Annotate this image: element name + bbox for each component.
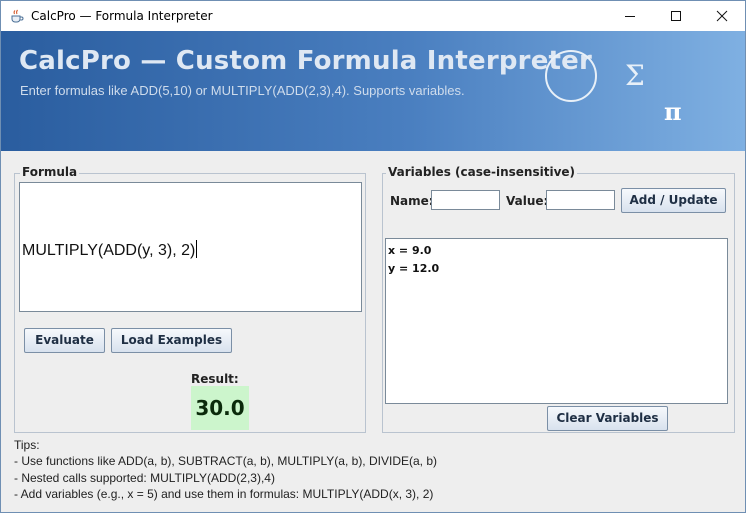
tip-line: - Add variables (e.g., x = 5) and use th…: [14, 486, 434, 501]
window-title: CalcPro — Formula Interpreter: [31, 9, 213, 23]
app-window: CalcPro — Formula Interpreter CalcPro — …: [0, 0, 746, 513]
title-bar[interactable]: CalcPro — Formula Interpreter: [1, 1, 745, 31]
header-banner: CalcPro — Custom Formula Interpreter Ent…: [1, 31, 745, 151]
maximize-icon: [671, 11, 681, 21]
variable-name-field[interactable]: [431, 190, 500, 210]
clear-variables-button[interactable]: Clear Variables: [547, 406, 668, 431]
pi-icon: π: [664, 97, 682, 126]
tip-line: - Nested calls supported: MULTIPLY(ADD(2…: [14, 470, 275, 485]
formula-input[interactable]: MULTIPLY(ADD(y, 3), 2): [19, 182, 362, 312]
result-value: 30.0: [191, 386, 249, 430]
minimize-icon: [625, 16, 635, 17]
load-examples-button[interactable]: Load Examples: [111, 328, 232, 353]
list-item[interactable]: x = 9.0: [388, 242, 727, 260]
name-label: Name:: [390, 194, 434, 208]
tips-section: Tips: - Use functions like ADD(a, b), SU…: [14, 437, 437, 502]
minimize-button[interactable]: [607, 1, 653, 31]
banner-title: CalcPro — Custom Formula Interpreter: [19, 46, 593, 76]
tip-line: - Use functions like ADD(a, b), SUBTRACT…: [14, 454, 437, 469]
result-label: Result:: [191, 372, 239, 386]
sigma-icon: Σ: [625, 59, 645, 92]
variables-list[interactable]: x = 9.0 y = 12.0: [385, 238, 728, 404]
maximize-button[interactable]: [653, 1, 699, 31]
close-icon: [716, 10, 728, 22]
evaluate-button[interactable]: Evaluate: [24, 328, 105, 353]
value-label: Value:: [506, 194, 549, 208]
close-button[interactable]: [699, 1, 745, 31]
java-cup-icon: [9, 8, 25, 24]
formula-value: MULTIPLY(ADD(y, 3), 2): [22, 242, 196, 259]
circle-decoration-icon: [545, 50, 597, 102]
add-update-button[interactable]: Add / Update: [621, 188, 726, 213]
banner-subtitle: Enter formulas like ADD(5,10) or MULTIPL…: [20, 83, 465, 98]
variables-panel-title: Variables (case-insensitive): [386, 165, 578, 179]
formula-text: MULTIPLY(ADD(y, 3), 2): [22, 240, 198, 260]
tips-heading: Tips:: [14, 438, 40, 452]
variable-value-field[interactable]: [546, 190, 615, 210]
formula-panel-title: Formula: [20, 165, 80, 179]
text-caret: [196, 240, 198, 258]
list-item[interactable]: y = 12.0: [388, 260, 727, 278]
